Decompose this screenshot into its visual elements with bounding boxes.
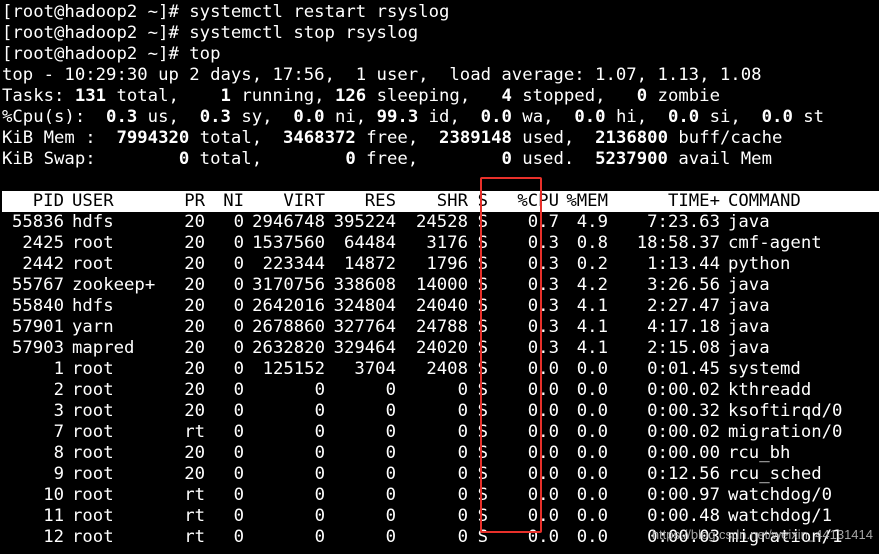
command-line: [root@hadoop2 ~]# systemctl restart rsys…	[2, 2, 450, 22]
terminal-window[interactable]: [root@hadoop2 ~]# systemctl restart rsys…	[2, 2, 879, 548]
table-row: 8 root 20 0 0 0 0 S 0.0 0.0 0:00.00 rcu_bh	[53, 443, 791, 463]
col-shr-header: SHR	[436, 191, 468, 211]
table-row: 2425 root 20 0 1537560 64484 3176 S 0.3 0.8 18:58.…	[22, 233, 822, 253]
top-uptime-line: top - 10:29:30 up 2 days, 17:56, 1 user,…	[2, 65, 762, 85]
col-command-header: COMMAND	[728, 191, 801, 211]
col-pid-header: PID	[32, 191, 64, 211]
col-mem-header: %MEM	[566, 191, 608, 211]
table-row: 3 root 20 0 0 0 0 S 0.0 0.0 0:00.32 ksoftirqd/0	[53, 401, 843, 421]
table-row: 10 root rt 0 0 0 0 S 0.0 0.0 0:00.97 watchdog/0	[43, 485, 833, 505]
process-table-body: 55836 hdfs 20 0 2946748 395224 24528 S 0.7 4.9 7:2…	[2, 212, 879, 548]
command-line: [root@hadoop2 ~]# systemctl stop rsyslog	[2, 23, 419, 43]
table-row: 11 root rt 0 0 0 0 S 0.0 0.0 0:00.48 watchdog/1	[43, 506, 833, 526]
mem-line: KiB Mem : 7994320 total, 3468372 free, 2…	[2, 128, 783, 148]
command-line: [root@hadoop2 ~]# top	[2, 44, 221, 64]
col-time-header: TIME+	[667, 191, 720, 211]
process-table-header: PID USER PR NI VIRT RES SHR S %CPU %MEM TIME+ COMMA…	[2, 191, 879, 212]
col-res-header: RES	[364, 191, 396, 211]
col-user-header: USER	[72, 191, 114, 211]
col-ni-header: NI	[223, 191, 244, 211]
table-row: 2442 root 20 0 223344 14872 1796 S 0.3 0.2 1:13.44…	[22, 254, 791, 274]
table-row: 9 root 20 0 0 0 0 S 0.0 0.0 0:12.56 rcu_sched	[53, 464, 822, 484]
table-row: 7 root rt 0 0 0 0 S 0.0 0.0 0:00.02 migration/0	[53, 422, 843, 442]
table-row: 55767 zookeep+ 20 0 3170756 338608 14000 S 0.3 4.…	[11, 275, 770, 295]
col-cpu-header: %CPU	[517, 191, 559, 211]
table-row: 57901 yarn 20 0 2678860 327764 24788 S 0.3 4.1 4:1…	[11, 317, 770, 337]
table-row: 55840 hdfs 20 0 2642016 324804 24040 S 0.3 4.1 2:2…	[11, 296, 770, 316]
col-state-header: S	[477, 191, 488, 211]
tasks-line: Tasks: 131 total, 1 running, 126 sleepin…	[2, 86, 720, 106]
swap-line: KiB Swap: 0 total, 0 free, 0 used. 52379…	[2, 149, 772, 169]
col-pr-header: PR	[184, 191, 205, 211]
col-virt-header: VIRT	[283, 191, 325, 211]
table-row: 2 root 20 0 0 0 0 S 0.0 0.0 0:00.02 kthreadd	[53, 380, 812, 400]
table-row: 1 root 20 0 125152 3704 2408 S 0.0 0.0 0:01.45 syst…	[53, 359, 801, 379]
cpu-line: %Cpu(s): 0.3 us, 0.3 sy, 0.0 ni, 99.3 id…	[2, 107, 825, 127]
watermark: https://blog.csdn.net/weixin_44131414	[651, 527, 873, 542]
table-row: 55836 hdfs 20 0 2946748 395224 24528 S 0.7 4.9 7:2…	[11, 212, 770, 232]
table-row: 57903 mapred 20 0 2632820 329464 24020 S 0.3 4.1 2…	[11, 338, 770, 358]
